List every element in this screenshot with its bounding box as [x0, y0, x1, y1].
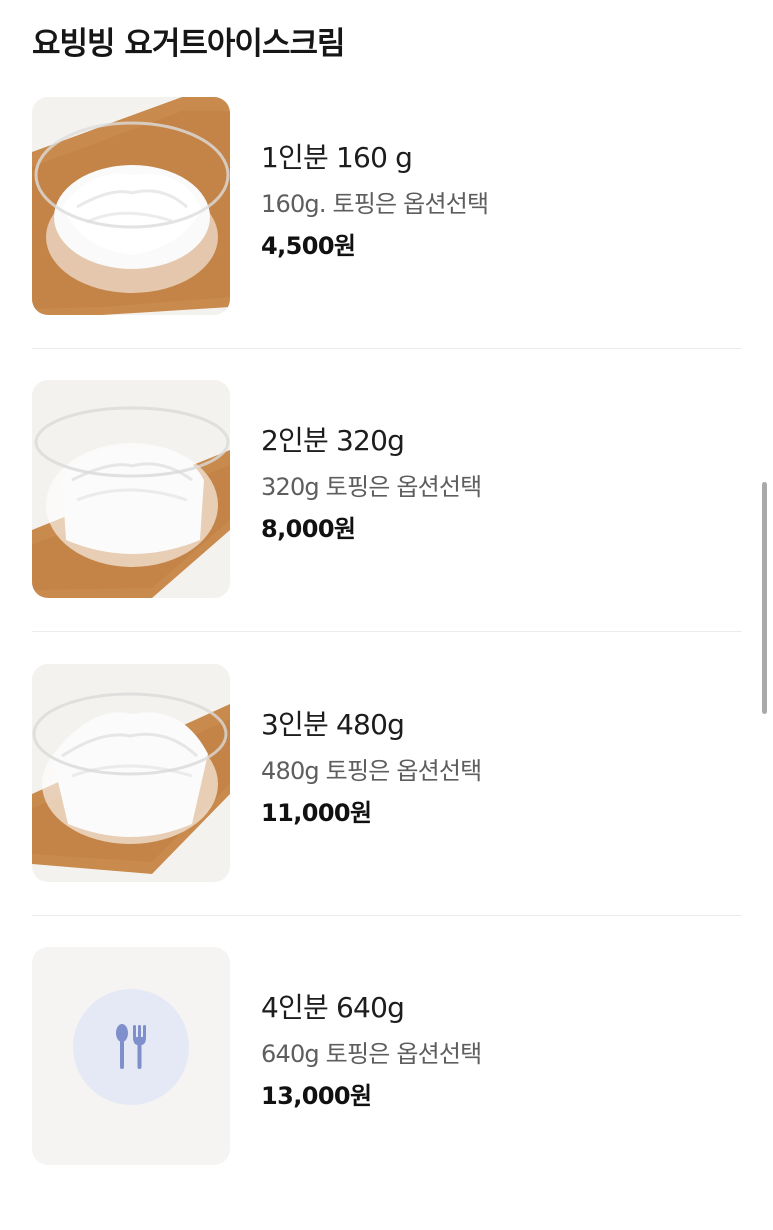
item-description: 160g. 토핑은 옵션선택 [261, 190, 489, 218]
section-title: 요빙빙 요거트아이스크림 [32, 26, 346, 62]
menu-item[interactable]: 2인분 320g 320g 토핑은 옵션선택 8,000원 [32, 380, 742, 663]
item-info: 1인분 160 g 160g. 토핑은 옵션선택 4,500원 [261, 141, 489, 261]
item-price: 8,000원 [261, 515, 356, 543]
item-info: 4인분 640g 640g 토핑은 옵션선택 13,000원 [261, 991, 482, 1111]
item-description: 320g 토핑은 옵션선택 [261, 473, 482, 501]
item-photo [32, 380, 230, 598]
item-photo [32, 97, 230, 315]
item-price: 4,500원 [261, 232, 356, 260]
divider [32, 631, 742, 632]
menu-item[interactable]: 1인분 160 g 160g. 토핑은 옵션선택 4,500원 [32, 97, 742, 380]
item-info: 2인분 320g 320g 토핑은 옵션선택 8,000원 [261, 424, 482, 544]
scrollbar[interactable] [762, 482, 767, 714]
item-description: 480g 토핑은 옵션선택 [261, 757, 482, 785]
utensils-icon [116, 1024, 146, 1069]
item-photo-placeholder [32, 947, 230, 1165]
divider [32, 915, 742, 916]
menu-item[interactable]: 3인분 480g 480g 토핑은 옵션선택 11,000원 [32, 664, 742, 947]
item-name: 3인분 480g [261, 708, 405, 741]
item-price: 11,000원 [261, 799, 372, 827]
divider [32, 348, 742, 349]
item-photo [32, 664, 230, 882]
menu-item[interactable]: 4인분 640g 640g 토핑은 옵션선택 13,000원 [32, 947, 742, 1230]
item-name: 2인분 320g [261, 424, 405, 457]
item-name: 4인분 640g [261, 991, 405, 1024]
item-price: 13,000원 [261, 1082, 372, 1110]
item-name: 1인분 160 g [261, 141, 413, 174]
item-description: 640g 토핑은 옵션선택 [261, 1040, 482, 1068]
item-info: 3인분 480g 480g 토핑은 옵션선택 11,000원 [261, 708, 482, 828]
